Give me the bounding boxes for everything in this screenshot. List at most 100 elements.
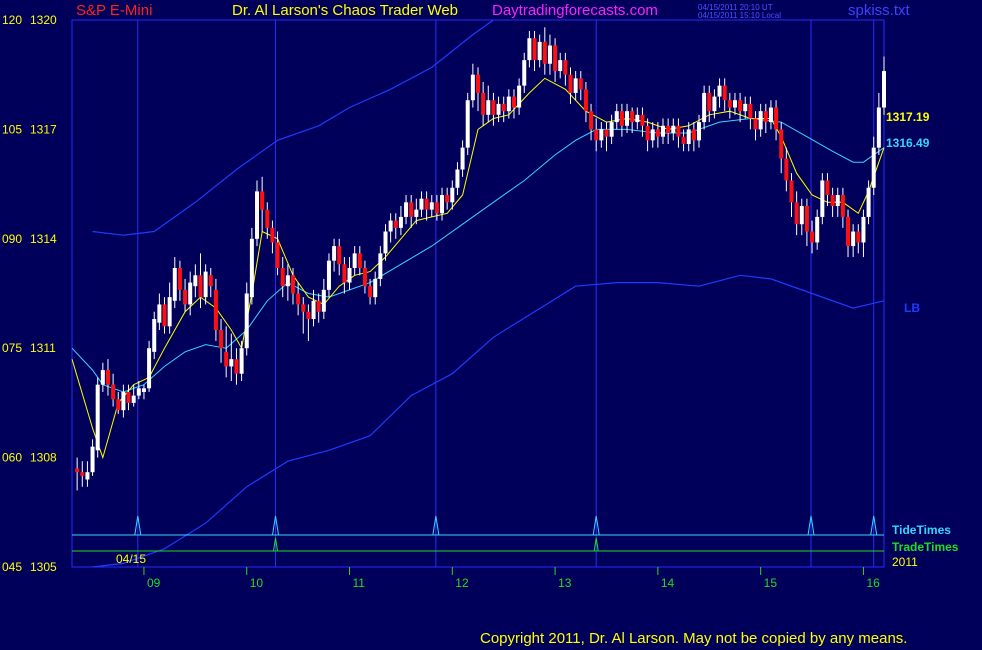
- candle-body-136: [774, 107, 779, 130]
- y-tick-left-2: 090: [2, 232, 22, 246]
- candle-body-157: [882, 71, 886, 108]
- trade-times-label: TradeTimes: [892, 540, 959, 554]
- y-tick-right-0: 1320: [30, 13, 57, 27]
- candle-body-30: [229, 359, 234, 367]
- candle-body-62: [393, 220, 398, 228]
- candle-body-105: [614, 111, 619, 123]
- candle-body-84: [506, 96, 511, 112]
- candle-body-128: [732, 100, 737, 108]
- candle-body-122: [702, 92, 707, 123]
- candle-body-71: [440, 195, 445, 214]
- y-tick-left-4: 060: [2, 451, 22, 465]
- copyright-footer: Copyright 2011, Dr. Al Larson. May not b…: [480, 630, 908, 647]
- candle-body-73: [450, 187, 455, 203]
- candle-body-127: [727, 100, 732, 108]
- site-link[interactable]: Daytradingforecasts.com: [492, 2, 658, 19]
- candle-body-3: [90, 446, 95, 473]
- tide-times-label: TideTimes: [892, 523, 951, 537]
- candle-body-67: [419, 198, 424, 210]
- candle-body-91: [542, 41, 547, 64]
- candle-body-126: [722, 85, 727, 101]
- candle-body-145: [820, 180, 825, 217]
- candle-body-138: [784, 158, 789, 181]
- candle-body-12: [136, 388, 141, 396]
- y-tick-right-2: 1314: [30, 232, 57, 246]
- candle-body-72: [445, 195, 450, 203]
- candle-body-15: [152, 319, 157, 352]
- x-tick-label-2: 11: [353, 576, 366, 590]
- candle-body-38: [270, 227, 275, 243]
- candle-body-98: [578, 78, 583, 90]
- candle-body-49: [326, 260, 331, 290]
- candle-body-146: [825, 180, 830, 196]
- candle-body-25: [203, 271, 208, 298]
- candle-body-65: [409, 202, 414, 217]
- candle-body-13: [141, 388, 146, 392]
- candle-body-132: [753, 118, 758, 130]
- candle-body-57: [368, 286, 373, 298]
- candle-body-22: [188, 282, 193, 305]
- candle-body-99: [583, 89, 588, 112]
- candle-body-109: [635, 114, 640, 123]
- candle-body-108: [630, 111, 635, 123]
- candle-body-7: [111, 384, 116, 400]
- candle-body-11: [131, 395, 136, 403]
- candle-body-155: [871, 147, 876, 188]
- candle-body-39: [275, 242, 280, 268]
- candle-body-129: [738, 100, 743, 112]
- candle-body-10: [126, 391, 131, 403]
- candle-body-55: [357, 253, 362, 268]
- candle-body-124: [712, 96, 717, 112]
- candle-body-141: [799, 205, 804, 225]
- candle-body-107: [625, 111, 630, 126]
- candle-body-117: [676, 125, 681, 137]
- y-tick-left-1: 105: [2, 122, 22, 136]
- candle-body-89: [532, 38, 537, 61]
- candle-body-50: [332, 246, 337, 261]
- candle-body-59: [378, 253, 383, 279]
- candle-body-102: [599, 129, 604, 141]
- candle-body-54: [352, 253, 357, 268]
- candle-body-121: [696, 122, 701, 141]
- candle-body-142: [804, 205, 809, 232]
- y-tick-left-5: 045: [2, 560, 22, 574]
- candle-body-148: [835, 195, 840, 206]
- candle-body-19: [172, 267, 177, 301]
- candle-body-37: [265, 209, 270, 228]
- x-tick-label-6: 15: [764, 576, 778, 590]
- candle-body-56: [362, 267, 367, 287]
- candle-body-80: [486, 100, 491, 115]
- candle-body-100: [589, 111, 594, 130]
- candle-body-86: [517, 85, 522, 108]
- candle-body-114: [661, 125, 666, 137]
- x-tick-label-5: 14: [661, 576, 675, 590]
- candle-body-77: [470, 74, 475, 101]
- start-date-label: 04/15: [116, 552, 146, 566]
- candle-body-52: [342, 264, 347, 283]
- candle-body-83: [501, 103, 506, 112]
- candle-body-119: [686, 129, 691, 144]
- candle-body-44: [301, 304, 306, 312]
- candle-body-144: [815, 216, 820, 243]
- candle-body-137: [779, 129, 784, 159]
- candle-body-115: [666, 125, 671, 134]
- candle-body-53: [347, 267, 352, 283]
- chart-background: [0, 0, 982, 650]
- y-tick-right-3: 1311: [30, 341, 56, 355]
- candle-body-143: [810, 231, 815, 243]
- candle-body-42: [290, 275, 295, 294]
- candle-body-92: [547, 45, 552, 64]
- y-tick-left-3: 075: [2, 341, 22, 355]
- candle-body-97: [573, 78, 578, 93]
- candle-body-60: [383, 231, 388, 254]
- candle-body-45: [306, 311, 311, 320]
- candle-body-96: [568, 74, 573, 93]
- candle-body-156: [876, 107, 881, 148]
- candle-body-66: [414, 209, 419, 217]
- candle-body-8: [116, 399, 121, 411]
- candle-body-14: [147, 348, 152, 389]
- candle-body-17: [162, 304, 167, 327]
- year-label: 2011: [892, 555, 918, 569]
- candle-body-35: [255, 191, 260, 239]
- candle-body-79: [481, 92, 486, 115]
